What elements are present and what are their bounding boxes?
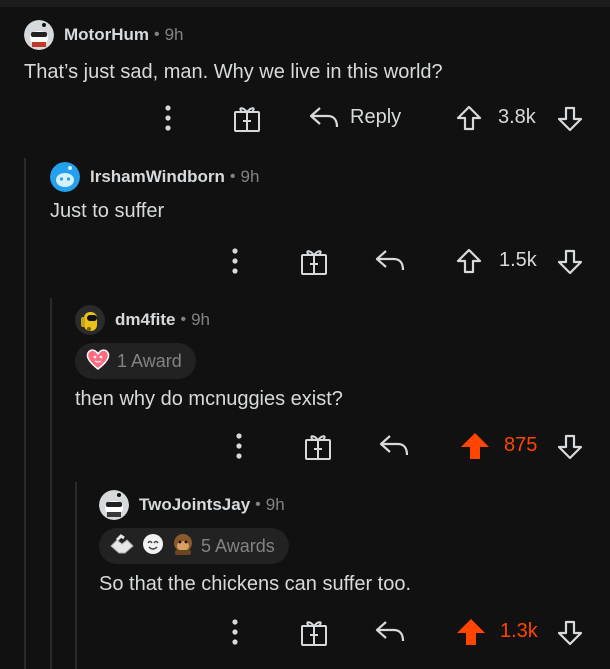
gift-award-icon[interactable] <box>303 431 333 461</box>
separator-dot: • <box>255 496 261 513</box>
comment-header: TwoJointsJay • 9h <box>99 490 595 520</box>
reply-arrow-icon <box>375 621 405 642</box>
comment-header: dm4fite • 9h <box>75 305 595 335</box>
comment-actions: 1.5k <box>0 243 610 279</box>
comment-actions: 1.3k <box>0 614 610 650</box>
comment-text: So that the chickens can suffer too. <box>99 573 412 595</box>
handshake-award-icon <box>109 532 135 561</box>
awards-count: 5 Awards <box>201 535 275 556</box>
comment-header: IrshamWindborn • 9h <box>50 162 594 192</box>
reply-arrow-icon <box>379 435 409 456</box>
gift-award-icon[interactable] <box>232 103 262 133</box>
more-options-icon[interactable] <box>234 432 244 460</box>
timestamp: 9h <box>240 167 260 186</box>
username[interactable]: MotorHum <box>64 25 149 45</box>
avatar[interactable] <box>75 305 105 335</box>
upvote-icon-active[interactable] <box>459 431 491 461</box>
timestamp: 9h <box>191 310 210 329</box>
avatar[interactable] <box>50 162 80 192</box>
comment-actions: Reply 3.8k <box>0 100 610 136</box>
downvote-icon[interactable] <box>556 248 584 276</box>
gift-award-icon[interactable] <box>299 246 329 276</box>
comment: dm4fite • 9h 1 Award then why do mcnuggi… <box>75 305 595 411</box>
timestamp: 9h <box>164 25 184 44</box>
gift-award-icon[interactable] <box>299 617 329 647</box>
separator-dot: • <box>229 168 236 185</box>
more-options-icon[interactable] <box>163 104 173 132</box>
reply-button[interactable]: Reply <box>308 104 401 130</box>
downvote-icon[interactable] <box>556 433 584 461</box>
vote-score: 1.5k <box>499 249 537 271</box>
comment-text: That’s just sad, man. Why we live in thi… <box>24 61 443 83</box>
separator-dot: • <box>180 311 187 328</box>
avatar[interactable] <box>99 490 129 520</box>
upvote-icon[interactable] <box>455 247 483 275</box>
thread-line[interactable] <box>24 158 26 669</box>
comment-text: then why do mcnuggies exist? <box>75 388 343 410</box>
username[interactable]: IrshamWindborn <box>90 167 225 187</box>
reply-button[interactable] <box>374 247 406 273</box>
comment-actions: 875 <box>0 428 610 464</box>
upvote-icon-active[interactable] <box>455 617 487 647</box>
wholesome-heart-award-icon <box>85 347 111 376</box>
awards-pill[interactable]: 5 Awards <box>99 528 289 564</box>
comment: TwoJointsJay • 9h 5 Awards So that the c… <box>99 490 595 596</box>
more-options-icon[interactable] <box>230 247 240 275</box>
reply-arrow-icon <box>309 107 339 128</box>
comment-text: Just to suffer <box>50 200 165 222</box>
reply-arrow-icon <box>375 250 405 271</box>
vote-score: 1.3k <box>500 620 538 642</box>
username[interactable]: dm4fite <box>115 310 175 330</box>
awards-pill[interactable]: 1 Award <box>75 343 196 379</box>
timestamp: 9h <box>265 495 285 514</box>
avatar[interactable] <box>24 20 54 50</box>
username[interactable]: TwoJointsJay <box>139 495 250 515</box>
reply-button[interactable] <box>374 618 406 644</box>
comment: IrshamWindborn • 9h Just to suffer <box>50 162 594 223</box>
more-options-icon[interactable] <box>230 618 240 646</box>
reply-button[interactable] <box>378 432 410 458</box>
vote-score: 875 <box>504 434 538 456</box>
top-bar <box>0 0 610 7</box>
separator-dot: • <box>153 26 160 43</box>
vote-score: 3.8k <box>498 106 536 128</box>
reply-label: Reply <box>350 105 402 128</box>
monkey-award-icon <box>171 532 195 561</box>
upvote-icon[interactable] <box>455 104 483 132</box>
awards-count: 1 Award <box>117 350 182 371</box>
smile-award-icon <box>141 532 165 561</box>
downvote-icon[interactable] <box>556 105 584 133</box>
downvote-icon[interactable] <box>556 619 584 647</box>
comment: MotorHum • 9h That’s just sad, man. Why … <box>24 20 594 84</box>
comment-header: MotorHum • 9h <box>24 20 594 50</box>
